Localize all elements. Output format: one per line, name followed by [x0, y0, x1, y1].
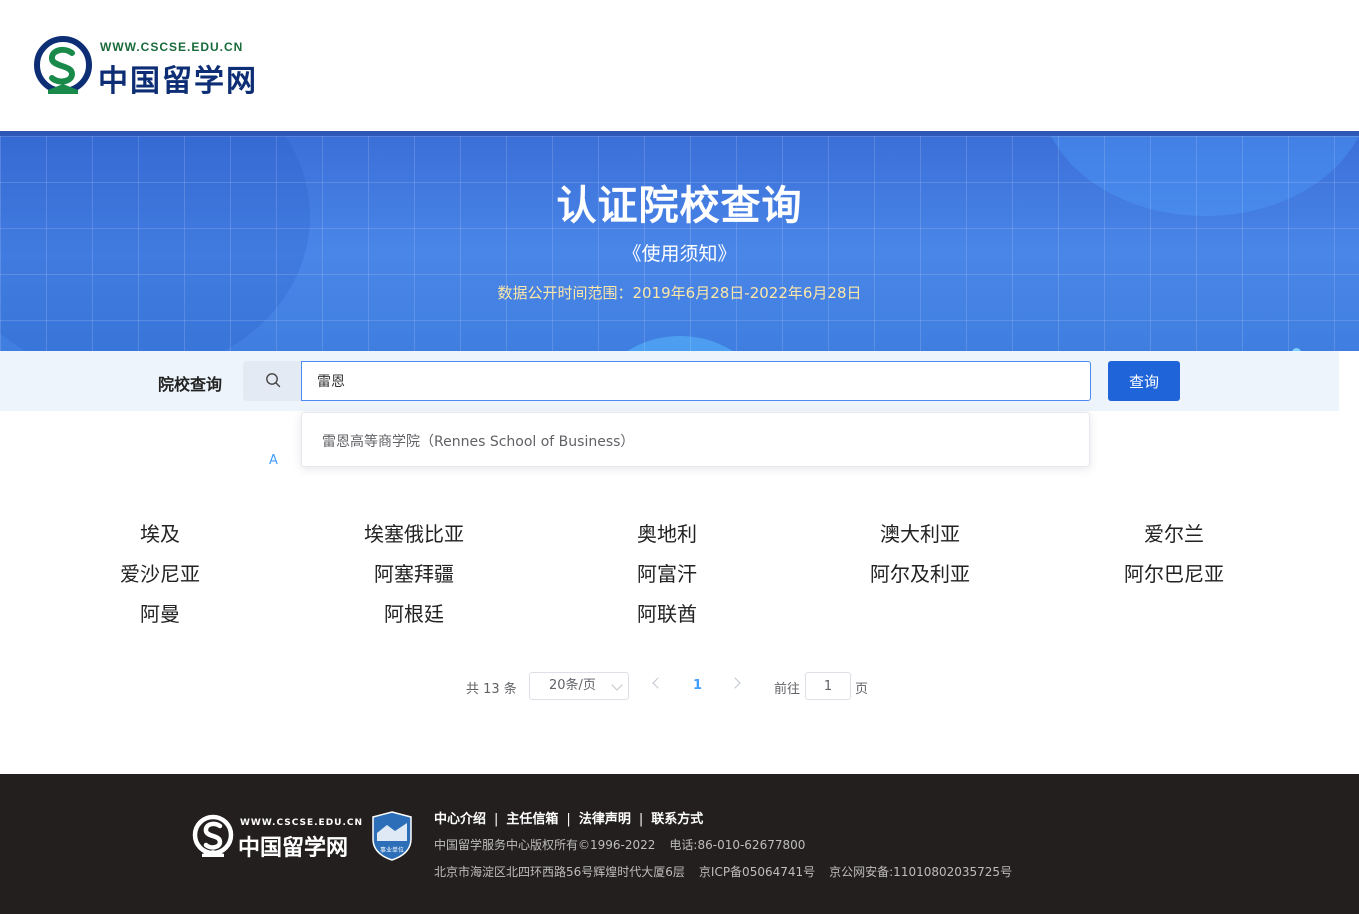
usage-notice-link[interactable]: 《使用须知》	[0, 239, 1359, 266]
country-link[interactable]: 埃塞俄比亚	[314, 518, 514, 547]
footer-logo-url: WWW.CSCSE.EDU.CN	[240, 818, 364, 828]
goto-page-input[interactable]	[805, 672, 851, 700]
footer-link-contact[interactable]: 联系方式	[651, 812, 703, 827]
autocomplete-dropdown: 雷恩高等商学院（Rennes School of Business）	[301, 412, 1090, 467]
search-bar: 院校查询 查询	[0, 351, 1339, 411]
country-link[interactable]: 阿富汗	[567, 558, 767, 587]
current-page-number[interactable]: 1	[693, 678, 702, 693]
country-link[interactable]: 阿尔及利亚	[820, 558, 1020, 587]
goto-label: 前往	[774, 682, 801, 697]
footer-link-separator: |	[494, 812, 499, 827]
footer-link-about[interactable]: 中心介绍	[434, 812, 486, 827]
search-icon-box	[243, 361, 301, 401]
footer-copyright-line: 中国留学服务中心版权所有©1996-2022 电话:86-010-62677800	[434, 836, 805, 853]
total-count: 共 13 条	[466, 682, 517, 697]
prev-page-button[interactable]	[652, 677, 664, 689]
site-header: WWW.CSCSE.EDU.CN 中国留学网	[0, 0, 1359, 131]
logo-name: 中国留学网	[98, 64, 258, 99]
page-size-value: 20条/页	[549, 678, 596, 693]
country-link[interactable]: 埃及	[60, 518, 260, 547]
site-logo[interactable]: WWW.CSCSE.EDU.CN 中国留学网	[34, 36, 256, 99]
hero-banner: 认证院校查询 《使用须知》 数据公开时间范围：2019年6月28日-2022年6…	[0, 131, 1359, 351]
footer-link-director-mailbox[interactable]: 主任信箱	[506, 812, 558, 827]
country-link[interactable]: 阿尔巴尼亚	[1074, 558, 1274, 587]
footer-logo[interactable]: WWW.CSCSE.EDU.CN 中国留学网	[192, 814, 362, 861]
public-institution-badge-icon[interactable]: 事业单位	[371, 811, 413, 861]
svg-text:事业单位: 事业单位	[380, 846, 404, 854]
site-footer: WWW.CSCSE.EDU.CN 中国留学网 事业单位 中心介绍 | 主任信箱 | 法律…	[0, 774, 1359, 914]
country-link[interactable]: 爱沙尼亚	[60, 558, 260, 587]
address-text: 北京市海淀区北四环西路56号辉煌时代大厦6层	[434, 865, 685, 879]
pagination: 共 13 条 20条/页 1 前往 页	[0, 672, 1359, 702]
icp-link[interactable]: 京ICP备05064741号	[699, 865, 815, 879]
cscse-logo-icon	[34, 36, 92, 94]
autocomplete-option[interactable]: 雷恩高等商学院（Rennes School of Business）	[322, 431, 634, 451]
country-link[interactable]: 阿塞拜疆	[314, 558, 514, 587]
search-icon	[266, 373, 281, 388]
copyright-text: 中国留学服务中心版权所有©1996-2022	[434, 838, 656, 852]
country-link[interactable]: 阿联酋	[567, 598, 767, 627]
footer-address-line: 北京市海淀区北四环西路56号辉煌时代大厦6层 京ICP备05064741号 京公网安…	[434, 863, 1012, 880]
letter-tab-a[interactable]: A	[269, 453, 278, 468]
goto-suffix: 页	[855, 682, 869, 697]
page-title: 认证院校查询	[556, 183, 803, 229]
country-link[interactable]: 澳大利亚	[820, 518, 1020, 547]
footer-link-legal[interactable]: 法律声明	[579, 812, 631, 827]
search-button[interactable]: 查询	[1108, 361, 1180, 401]
country-link[interactable]: 爱尔兰	[1074, 518, 1274, 547]
chevron-down-icon	[611, 679, 623, 691]
school-search-input[interactable]	[301, 361, 1091, 401]
next-page-button[interactable]	[729, 677, 741, 689]
footer-links: 中心介绍 | 主任信箱 | 法律声明 | 联系方式	[434, 808, 703, 827]
footer-logo-name: 中国留学网	[238, 835, 349, 861]
page-size-select[interactable]: 20条/页	[529, 672, 629, 700]
logo-url-text: WWW.CSCSE.EDU.CN	[100, 40, 244, 54]
country-link[interactable]: 阿根廷	[314, 598, 514, 627]
footer-link-separator: |	[638, 812, 644, 827]
phone-text: 电话:86-010-62677800	[669, 838, 806, 852]
footer-link-separator: |	[566, 812, 571, 827]
cscse-logo-icon	[192, 814, 234, 857]
police-record-link[interactable]: 京公网安备:11010802035725号	[829, 865, 1012, 879]
search-label: 院校查询	[158, 375, 223, 394]
country-link[interactable]: 奥地利	[567, 518, 767, 547]
data-range-text: 数据公开时间范围：2019年6月28日-2022年6月28日	[497, 284, 862, 302]
country-link[interactable]: 阿曼	[60, 598, 260, 627]
